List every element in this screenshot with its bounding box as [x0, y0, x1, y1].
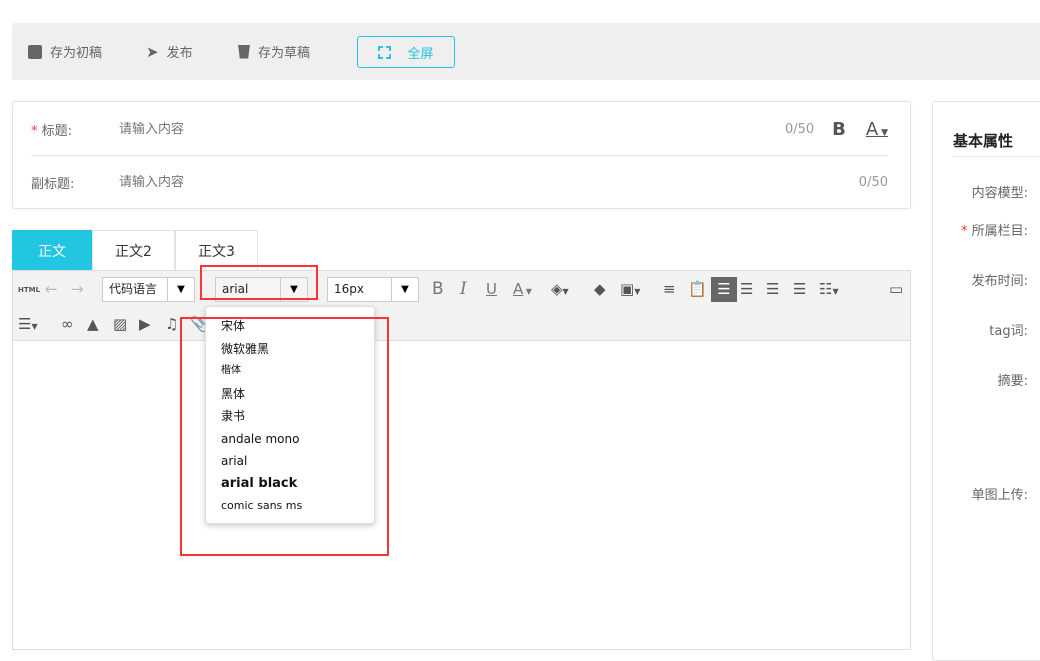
publish-time-label: 发布时间:: [971, 274, 1028, 289]
save-initial-button[interactable]: 存为初稿: [28, 23, 102, 80]
paste-text-icon[interactable]: 📋: [688, 279, 707, 299]
trash-draft-icon: [238, 44, 250, 59]
italic-icon[interactable]: I: [460, 279, 467, 299]
content-model-label: 内容模型:: [971, 186, 1028, 201]
editor-toolbar: HTML ← → 代码语言 ▼ arial ▼ 16px ▼ B I U A ▼ ◈▼…: [13, 271, 910, 341]
fullscreen-button[interactable]: 全屏: [357, 36, 455, 68]
font-size-select[interactable]: 16px ▼: [327, 277, 419, 302]
align-right-icon[interactable]: ☰: [740, 279, 753, 299]
align-left-icon[interactable]: ☰: [711, 277, 737, 302]
single-image-upload-label: 单图上传:: [971, 488, 1028, 503]
unordered-list-icon[interactable]: ☰▼: [18, 314, 38, 337]
tab-body-2[interactable]: 正文2: [92, 230, 175, 271]
summary-label: 摘要:: [997, 374, 1028, 389]
font-color-icon[interactable]: A ▼: [513, 279, 532, 302]
music-icon[interactable]: ♫: [165, 314, 178, 334]
background-color-icon[interactable]: ◈▼: [551, 279, 569, 302]
subtitle-label: 副标题:: [31, 177, 75, 192]
link-icon[interactable]: ∞: [61, 314, 74, 334]
video-icon[interactable]: ▶: [139, 314, 151, 334]
rich-text-editor: HTML ← → 代码语言 ▼ arial ▼ 16px ▼ B I U A ▼ ◈▼…: [12, 270, 911, 650]
publish-button[interactable]: ➤ 发布: [146, 23, 193, 80]
chevron-down-icon: ▼: [391, 278, 418, 301]
panel-heading: 基本属性: [953, 132, 1014, 150]
action-toolbar: 存为初稿 ➤ 发布 存为草稿: [12, 23, 1040, 80]
column-label: * 所属栏目:: [960, 224, 1028, 239]
chevron-down-icon: ▼: [167, 278, 194, 301]
save-draft-button[interactable]: 存为草稿: [238, 23, 310, 80]
basic-properties-panel: 基本属性 内容模型: * 所属栏目: 发布时间: tag词: 摘要: 单图上传:: [932, 101, 1040, 661]
multi-image-icon[interactable]: ▨: [113, 314, 127, 334]
bold-button[interactable]: B: [832, 119, 846, 140]
title-input[interactable]: [119, 121, 785, 137]
undo-icon[interactable]: ←: [45, 279, 58, 299]
fullscreen-icon: [378, 45, 392, 59]
underline-icon[interactable]: U: [486, 279, 497, 299]
highlight-box-font-select: [200, 265, 318, 300]
tag-label: tag词:: [989, 324, 1028, 339]
indent-icon[interactable]: ≡: [663, 279, 676, 299]
bold-icon[interactable]: B: [432, 279, 444, 299]
align-justify-icon[interactable]: ☰: [793, 279, 806, 299]
font-color-button[interactable]: A ▼: [866, 119, 888, 140]
paragraph-format-icon[interactable]: ▣▼: [620, 279, 640, 302]
title-label: 标题:: [41, 123, 73, 139]
tab-body-1[interactable]: 正文: [12, 230, 92, 271]
ordered-list-icon[interactable]: ☷▼: [819, 279, 839, 302]
title-count: 0/50: [784, 121, 815, 137]
subtitle-row: 副标题: 0/50: [31, 156, 888, 209]
subtitle-count: 0/50: [858, 175, 888, 190]
preview-icon[interactable]: ▭: [889, 279, 903, 299]
align-center-icon[interactable]: ☰: [766, 279, 779, 299]
paper-plane-icon: ➤: [146, 42, 159, 61]
image-icon[interactable]: ▲: [87, 314, 99, 334]
code-language-select[interactable]: 代码语言 ▼: [102, 277, 195, 302]
subtitle-input[interactable]: [119, 175, 859, 190]
eraser-icon[interactable]: ◆: [594, 279, 606, 299]
title-row: * 标题: 0/50 B A ▼: [31, 103, 888, 156]
title-card: * 标题: 0/50 B A ▼ 副标题: 0/50: [12, 101, 911, 209]
save-icon: [28, 44, 42, 59]
highlight-box-dropdown: [180, 317, 389, 556]
html-source-button[interactable]: HTML: [18, 280, 40, 300]
redo-icon[interactable]: →: [71, 279, 84, 299]
